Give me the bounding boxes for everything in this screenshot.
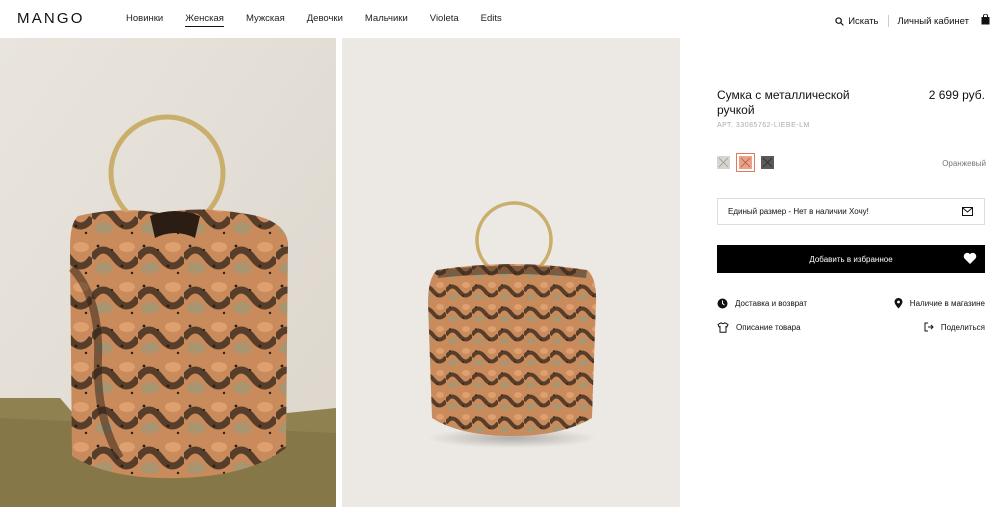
store-availability-label: Наличие в магазине: [909, 299, 985, 308]
share-label: Поделиться: [940, 322, 985, 332]
account-link[interactable]: Личный кабинет: [898, 16, 969, 27]
product-title: Сумка с металлической ручкой: [717, 88, 850, 117]
product-info-panel: Сумка с металлической ручкой 2 699 руб. …: [680, 38, 1000, 507]
color-swatches: [717, 153, 783, 172]
top-header: MANGO Новинки Женская Мужская Девочки Ма…: [0, 0, 1000, 38]
mail-icon[interactable]: [962, 207, 973, 216]
nav-item-violeta[interactable]: Violeta: [430, 13, 459, 27]
nav-item-boys[interactable]: Мальчики: [365, 13, 408, 27]
unavailable-cross-icon: [718, 157, 729, 168]
product-reference: АРТ. 33085762-LIEBE-LM: [717, 122, 810, 129]
nav-item-edits[interactable]: Edits: [481, 13, 502, 27]
nav-item-men[interactable]: Мужская: [246, 13, 285, 27]
share-icon: [924, 322, 934, 332]
location-pin-icon: [894, 298, 903, 309]
share-link[interactable]: Поделиться: [924, 322, 985, 332]
add-to-favorites-label: Добавить в избранное: [809, 254, 893, 264]
color-swatch-dark-grey[interactable]: [761, 156, 774, 169]
size-notice-text: Единый размер - Нет в наличии Хочу!: [728, 207, 869, 216]
clock-icon: [717, 298, 728, 309]
delivery-returns-link[interactable]: Доставка и возврат: [717, 298, 807, 309]
delivery-returns-label: Доставка и возврат: [735, 299, 808, 308]
bag-closeup-image: [0, 38, 336, 507]
bag-full-image: [342, 38, 680, 507]
tshirt-icon: [717, 322, 729, 333]
header-actions: Искать Личный кабинет: [835, 12, 990, 30]
color-swatch-orange[interactable]: [736, 153, 755, 172]
heart-icon: [963, 252, 977, 264]
color-swatch-grey[interactable]: [717, 156, 730, 169]
product-price: 2 699 руб.: [928, 88, 985, 102]
search-icon: [835, 16, 844, 26]
product-description-link[interactable]: Описание товара: [717, 322, 801, 333]
size-selector[interactable]: Единый размер - Нет в наличии Хочу!: [717, 198, 985, 225]
selected-color-name: Оранжевый: [942, 159, 986, 168]
product-photo-full[interactable]: [342, 38, 680, 507]
unavailable-cross-icon: [762, 157, 773, 168]
product-description-label: Описание товара: [736, 323, 801, 332]
add-to-favorites-button[interactable]: Добавить в избранное: [717, 245, 985, 273]
mango-logo[interactable]: MANGO: [17, 10, 85, 27]
search-label: Искать: [848, 15, 879, 27]
nav-item-women[interactable]: Женская: [185, 13, 224, 27]
shopping-bag-button[interactable]: [981, 12, 990, 30]
header-divider: [887, 15, 889, 27]
main-nav: Новинки Женская Мужская Девочки Мальчики…: [126, 13, 524, 27]
shopping-bag-icon: [981, 13, 990, 25]
store-availability-link[interactable]: Наличие в магазине: [894, 298, 985, 309]
nav-item-girls[interactable]: Девочки: [307, 13, 343, 27]
unavailable-cross-icon: [740, 157, 751, 168]
product-photo-closeup[interactable]: [0, 38, 336, 507]
nav-item-novinki[interactable]: Новинки: [126, 13, 163, 27]
search-button[interactable]: Искать: [835, 15, 879, 27]
